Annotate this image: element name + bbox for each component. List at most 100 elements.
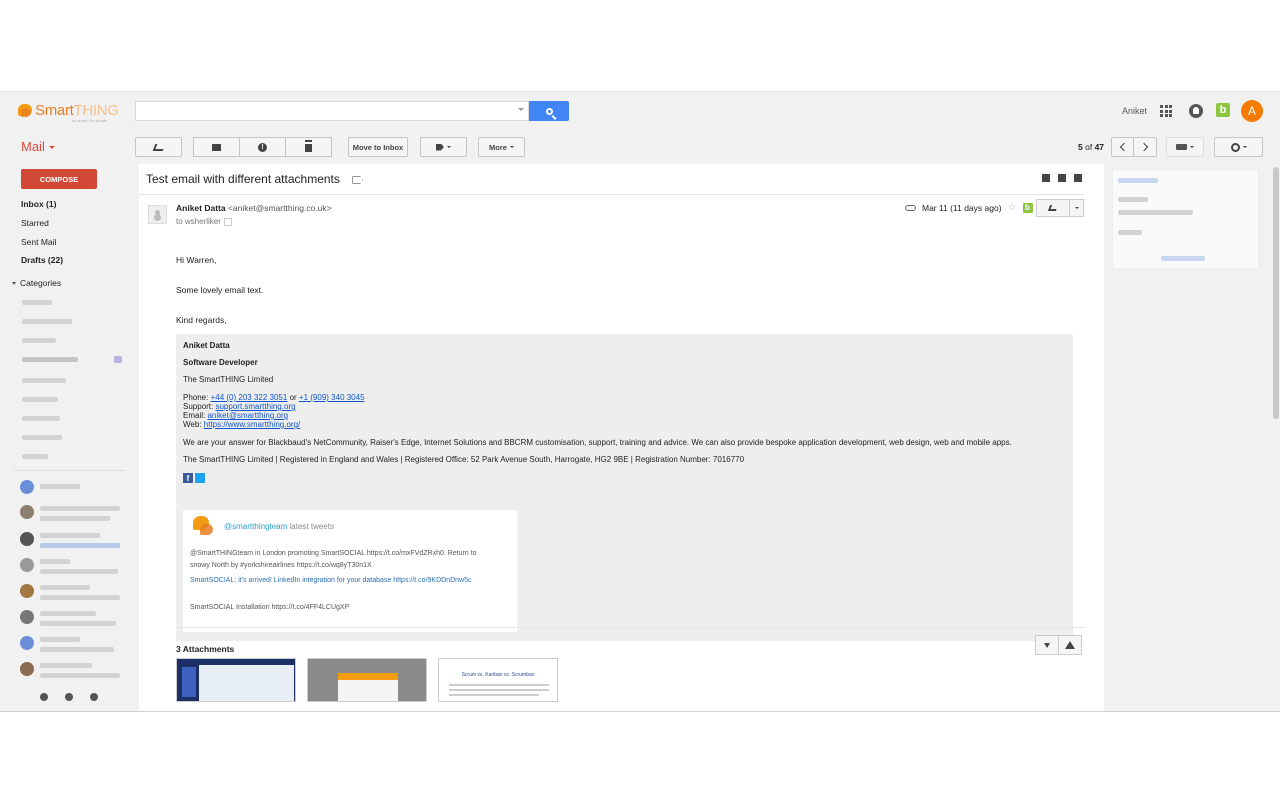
newer-button[interactable] bbox=[1111, 137, 1134, 157]
sidebar-item-inbox[interactable]: Inbox (1) bbox=[21, 199, 56, 209]
download-icon bbox=[1044, 642, 1050, 648]
reply-button[interactable] bbox=[1036, 199, 1070, 217]
settings-button[interactable] bbox=[1214, 137, 1263, 157]
addon-b-icon[interactable]: b bbox=[1216, 103, 1230, 117]
chat-bubble-icon bbox=[18, 104, 32, 117]
attachment-actions bbox=[1035, 635, 1082, 655]
message-meta: Mar 11 (11 days ago) ☆ b bbox=[905, 202, 1033, 213]
scrollbar[interactable] bbox=[1273, 167, 1279, 419]
show-details-icon[interactable] bbox=[223, 217, 232, 226]
tweets-heading: @smartthingteam latest tweets bbox=[224, 522, 334, 531]
user-name[interactable]: Aniket bbox=[1122, 106, 1147, 116]
drive-icon bbox=[1065, 641, 1075, 649]
subject-actions bbox=[1042, 174, 1082, 182]
smartthing-logo-icon bbox=[200, 524, 213, 535]
pagination-count: 5 of 47 bbox=[1078, 142, 1105, 152]
signature-name: Aniket Datta bbox=[183, 341, 230, 350]
save-to-drive-button[interactable] bbox=[1058, 635, 1082, 655]
message-subject: Test email with different attachments bbox=[146, 172, 340, 186]
signature-role: Software Developer bbox=[183, 358, 258, 367]
hangouts-icon[interactable] bbox=[65, 693, 73, 701]
gear-icon bbox=[1230, 142, 1240, 152]
search-input[interactable] bbox=[135, 101, 529, 121]
recipient-line: to wsherliker bbox=[176, 217, 232, 226]
phone-icon[interactable] bbox=[90, 693, 98, 701]
reply-more-button[interactable] bbox=[1069, 199, 1084, 217]
twitter-handle[interactable]: @smartthingteam bbox=[224, 522, 287, 531]
tweet-line[interactable]: SmartSOCIAL: it's arrived! LinkedIn inte… bbox=[190, 577, 471, 584]
search-button[interactable] bbox=[529, 101, 569, 121]
signature-email: Email: aniket@smartthing.org bbox=[183, 411, 289, 420]
support-link[interactable]: support.smartthing.org bbox=[215, 402, 295, 411]
avatar[interactable]: A bbox=[1241, 100, 1263, 122]
chevron-down-icon bbox=[447, 146, 451, 148]
more-button[interactable]: More bbox=[478, 137, 525, 157]
closing: Kind regards, bbox=[176, 315, 227, 325]
sender-line: Aniket Datta <aniket@smartthing.co.uk> bbox=[176, 203, 332, 213]
attachments-title: 3 Attachments bbox=[176, 644, 235, 654]
report-spam-button[interactable]: ! bbox=[239, 137, 286, 157]
search-options-icon[interactable] bbox=[518, 108, 524, 111]
person-icon[interactable] bbox=[40, 693, 48, 701]
social-links: f bbox=[183, 473, 205, 483]
sidebar-item-drafts[interactable]: Drafts (22) bbox=[21, 255, 63, 265]
input-tools-button[interactable] bbox=[1166, 137, 1204, 157]
trash-icon bbox=[305, 142, 312, 152]
star-icon[interactable]: ☆ bbox=[1008, 202, 1017, 213]
reply-icon bbox=[1047, 205, 1059, 211]
paperclip-icon bbox=[905, 204, 916, 211]
sidebar-item-sent[interactable]: Sent Mail bbox=[21, 237, 56, 247]
attachment-thumbnail[interactable]: Scrum vs. Kanban vs. Scrumban bbox=[438, 658, 558, 702]
notifications-icon[interactable] bbox=[1189, 104, 1203, 118]
addon-b-icon[interactable]: b bbox=[1022, 202, 1033, 213]
print-icon[interactable] bbox=[1058, 174, 1066, 182]
phone-link-2[interactable]: +1 (909) 340 3045 bbox=[299, 393, 365, 402]
tweets-widget: @smartthingteam latest tweets @SmartTHIN… bbox=[183, 510, 517, 632]
labels-button[interactable] bbox=[420, 137, 467, 157]
tag-icon bbox=[436, 143, 444, 151]
signature-company: The SmartTHING Limited bbox=[183, 375, 274, 384]
signature-legal: The SmartTHING Limited | Registered in E… bbox=[183, 455, 745, 464]
move-to-inbox-button[interactable]: Move to Inbox bbox=[348, 137, 408, 157]
chevron-down-icon bbox=[1242, 146, 1247, 148]
message-pane: Test email with different attachments An… bbox=[139, 164, 1104, 711]
brand-tagline: so smart, it's simple bbox=[72, 118, 107, 123]
archive-icon bbox=[212, 143, 221, 151]
compose-button[interactable]: COMPOSE bbox=[21, 169, 97, 189]
apps-grid-icon[interactable] bbox=[1160, 105, 1172, 117]
label-icon[interactable] bbox=[352, 176, 363, 184]
older-button[interactable] bbox=[1133, 137, 1157, 157]
delete-button[interactable] bbox=[285, 137, 332, 157]
attachment-thumbnail[interactable] bbox=[307, 658, 427, 702]
download-all-button[interactable] bbox=[1035, 635, 1059, 655]
web-link[interactable]: https://www.smartthing.org/ bbox=[204, 420, 300, 429]
facebook-icon[interactable]: f bbox=[183, 473, 193, 483]
sidebar-item-categories[interactable]: Categories bbox=[12, 278, 61, 288]
tweet-line[interactable]: SmartSOCIAL Installation https://t.co/4F… bbox=[190, 604, 349, 611]
mail-app: SmartTHING so smart, it's simple Aniket … bbox=[0, 91, 1280, 712]
greeting: Hi Warren, bbox=[176, 255, 217, 265]
new-window-icon[interactable] bbox=[1074, 174, 1082, 182]
sender-name[interactable]: Aniket Datta bbox=[176, 203, 226, 213]
twitter-icon[interactable] bbox=[195, 473, 205, 483]
back-button[interactable] bbox=[135, 137, 182, 157]
chevron-down-icon bbox=[1190, 146, 1194, 148]
sidebar-blurred-region bbox=[14, 290, 128, 690]
signature-web: Web: https://www.smartthing.org/ bbox=[183, 420, 301, 429]
archive-button[interactable] bbox=[193, 137, 240, 157]
tweet-line[interactable]: snowy North by #yorkshireairlines https:… bbox=[190, 562, 372, 569]
email-link[interactable]: aniket@smartthing.org bbox=[207, 411, 288, 420]
mail-menu[interactable]: Mail bbox=[21, 139, 55, 154]
tweet-line[interactable]: @SmartTHINGteam in London promoting Smar… bbox=[190, 550, 477, 557]
brand-logo[interactable]: SmartTHING so smart, it's simple bbox=[18, 97, 119, 123]
signature-support: Support: support.smartthing.org bbox=[183, 402, 296, 411]
sidebar-item-starred[interactable]: Starred bbox=[21, 218, 49, 228]
divider bbox=[139, 194, 1084, 195]
divider bbox=[176, 627, 1084, 628]
expand-all-icon[interactable] bbox=[1042, 174, 1050, 182]
phone-link-1[interactable]: +44 (0) 203 322 3051 bbox=[211, 393, 288, 402]
search-icon bbox=[545, 107, 553, 115]
attachment-thumbnail[interactable] bbox=[176, 658, 296, 702]
back-arrow-icon bbox=[152, 143, 165, 151]
email-signature: Aniket Datta Software Developer The Smar… bbox=[176, 334, 1073, 641]
